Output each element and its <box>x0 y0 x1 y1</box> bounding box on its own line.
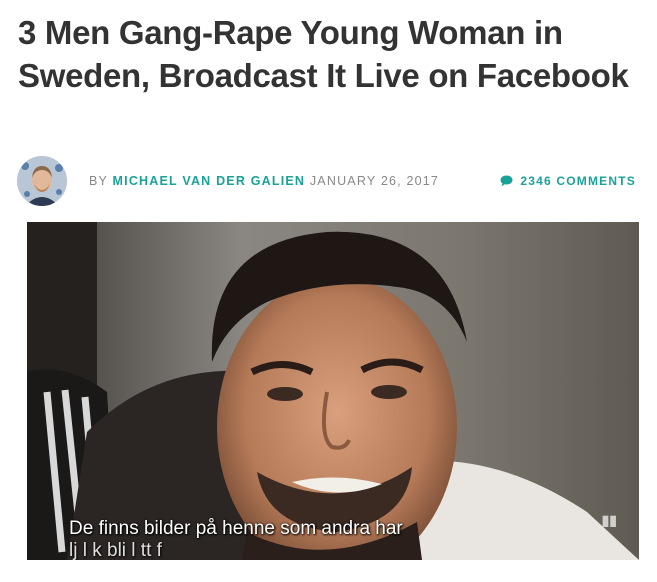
photo-scene <box>27 222 639 560</box>
video-watermark-icon: ▮▮ <box>601 512 617 528</box>
comments-link[interactable]: 2346 COMMENTS <box>500 174 636 188</box>
article-byline: BY MICHAEL VAN DER GALIEN JANUARY 26, 20… <box>17 156 642 208</box>
publish-date: JANUARY 26, 2017 <box>309 174 440 188</box>
author-avatar[interactable] <box>17 156 67 206</box>
article-photo[interactable]: De finns bilder på henne som andra har l… <box>27 222 639 560</box>
caption-line-2: lj l k bli l tt f <box>69 540 162 560</box>
video-caption: De finns bilder på henne som andra har l… <box>69 518 589 560</box>
caption-line-1: De finns bilder på henne som andra har <box>69 518 403 539</box>
author-link[interactable]: MICHAEL VAN DER GALIEN <box>113 174 306 188</box>
comments-count: 2346 COMMENTS <box>520 174 636 188</box>
byline-meta: BY MICHAEL VAN DER GALIEN JANUARY 26, 20… <box>89 174 439 188</box>
comment-bubble-icon <box>500 175 513 187</box>
byline-prefix: BY <box>89 174 108 188</box>
article-title: 3 Men Gang-Rape Young Woman in Sweden, B… <box>18 14 629 94</box>
